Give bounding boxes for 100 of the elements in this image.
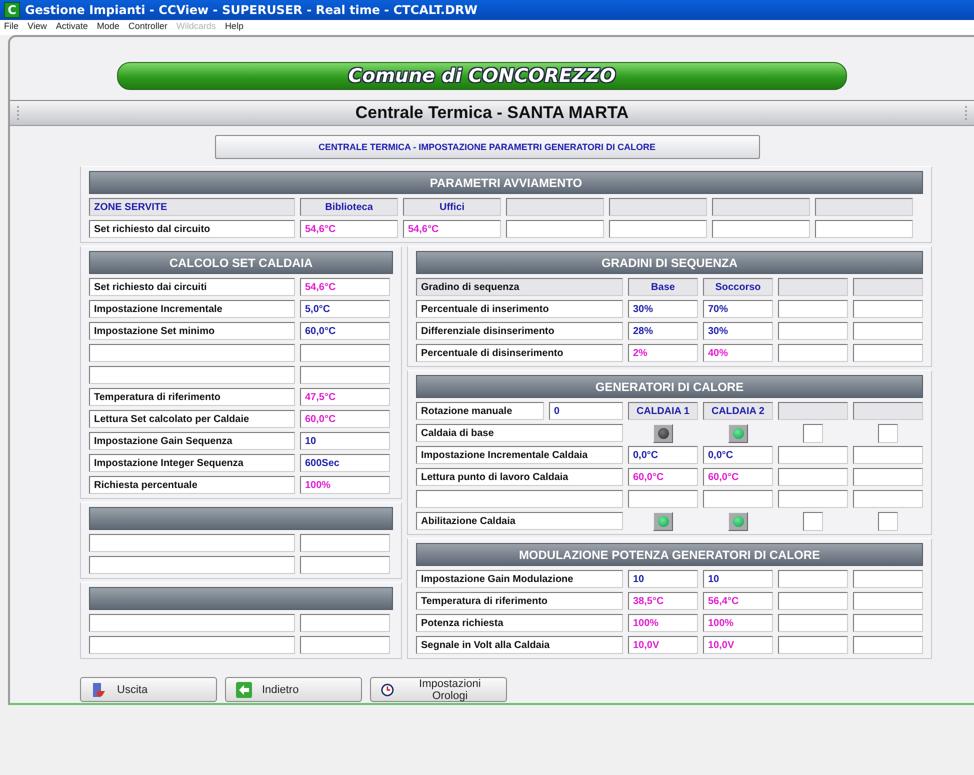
value-field — [778, 614, 848, 632]
parameter-label: Lettura Set calcolato per Caldaie — [89, 410, 295, 428]
value-field: 30% — [703, 322, 773, 340]
menu-item[interactable]: Activate — [56, 21, 88, 34]
value-field: 60,0°C — [628, 468, 698, 486]
parameter-label: Richiesta percentuale — [89, 476, 295, 494]
value-field: 100% — [703, 614, 773, 632]
value-field: 0,0°C — [703, 446, 773, 464]
value-field — [778, 344, 848, 362]
grip-icon[interactable] — [16, 105, 20, 121]
value-field: 10 — [300, 432, 390, 450]
menu-item[interactable]: Controller — [128, 21, 168, 34]
window-title: Gestione Impianti - CCView - SUPERUSER - Real time - CTCALT.DRW — [25, 3, 478, 17]
value-field — [853, 614, 923, 632]
empty-indicator — [878, 424, 898, 443]
parameter-label: Lettura punto di lavoro Caldaia — [416, 468, 623, 486]
banner: Comune di CONCOREZZO — [117, 62, 847, 90]
panel-header: PARAMETRI AVVIAMENTO — [89, 171, 923, 194]
value-field — [853, 490, 923, 508]
value-field — [853, 300, 923, 318]
value-field: 28% — [628, 322, 698, 340]
value-field: 70% — [703, 300, 773, 318]
value-field — [628, 490, 698, 508]
menu-item[interactable]: View — [28, 21, 47, 34]
status-led[interactable] — [653, 512, 673, 531]
value-field: 5,0°C — [300, 300, 390, 318]
value-field: 10,0V — [703, 636, 773, 654]
value-field: 600Sec — [300, 454, 390, 472]
value-field — [853, 592, 923, 610]
value-field — [853, 344, 923, 362]
left-arrow-icon — [236, 682, 252, 698]
value-field: 100% — [300, 476, 390, 494]
value-field: 54,6°C — [403, 220, 501, 238]
menu-item[interactable]: File — [4, 21, 19, 34]
status-led[interactable] — [728, 424, 748, 443]
value-field: 60,0°C — [300, 410, 390, 428]
exit-icon — [91, 682, 107, 698]
value-field — [853, 468, 923, 486]
value-field: 56,4°C — [703, 592, 773, 610]
value-field: 54,6°C — [300, 220, 398, 238]
empty-indicator — [803, 424, 823, 443]
parameter-label: Potenza richiesta — [416, 614, 623, 632]
parameter-label: Temperatura di riferimento — [89, 388, 295, 406]
footer-button[interactable]: Indietro — [225, 677, 362, 702]
footer-button[interactable]: Uscita — [80, 677, 217, 702]
value-field: 38,5°C — [628, 592, 698, 610]
section-title: Centrale Termica - SANTA MARTA — [355, 103, 629, 123]
empty-indicator — [803, 512, 823, 531]
value-field — [778, 592, 848, 610]
value-field: 60,0°C — [703, 468, 773, 486]
value-field: 0 — [549, 402, 623, 420]
value-field — [703, 490, 773, 508]
status-led[interactable] — [728, 512, 748, 531]
value-field — [778, 468, 848, 486]
value-field — [853, 446, 923, 464]
value-field: 54,6°C — [300, 278, 390, 296]
parameter-label: Impostazione Incrementale — [89, 300, 295, 318]
parameter-label: Set richiesto dal circuito — [89, 220, 295, 238]
parameter-label: Percentuale di disinserimento — [416, 344, 623, 362]
panel-header: GRADINI DI SEQUENZA — [416, 251, 923, 274]
value-field: 47,5°C — [300, 388, 390, 406]
value-field: 10,0V — [628, 636, 698, 654]
value-field — [778, 570, 848, 588]
value-field — [853, 322, 923, 340]
parameter-label: Segnale in Volt alla Caldaia — [416, 636, 623, 654]
menu-item[interactable]: Help — [224, 21, 244, 34]
value-field: 60,0°C — [300, 322, 390, 340]
parameter-label: Percentuale di inserimento — [416, 300, 623, 318]
value-field — [853, 636, 923, 654]
parameter-label: Abilitazione Caldaia — [416, 512, 623, 530]
parameter-label: Impostazione Gain Sequenza — [89, 432, 295, 450]
value-field — [778, 300, 848, 318]
parameter-label: Temperatura di riferimento — [416, 592, 623, 610]
value-field: 2% — [628, 344, 698, 362]
column-header — [853, 278, 923, 296]
value-field: 100% — [628, 614, 698, 632]
panel-header: GENERATORI DI CALORE — [416, 375, 923, 398]
parameter-label: Set richiesto dai circuiti — [89, 278, 295, 296]
value-field: 40% — [703, 344, 773, 362]
value-field — [853, 570, 923, 588]
column-header — [853, 402, 923, 420]
clock-icon — [381, 682, 394, 696]
footer-button[interactable]: Impostazioni Orologi — [370, 677, 507, 702]
panel-header: MODULAZIONE POTENZA GENERATORI DI CALORE — [416, 543, 923, 566]
parameter-label: Differenziale disinserimento — [416, 322, 623, 340]
page-title-button[interactable]: CENTRALE TERMICA - IMPOSTAZIONE PARAMETRI GENERATORI DI CALORE — [214, 135, 760, 159]
value-field — [778, 636, 848, 654]
value-field — [778, 490, 848, 508]
menu-item[interactable]: Mode — [96, 21, 120, 34]
column-header — [778, 402, 848, 420]
column-header: CALDAIA 2 — [703, 402, 773, 420]
column-header — [778, 278, 848, 296]
grip-icon[interactable] — [964, 105, 968, 121]
column-header: Uffici — [403, 198, 501, 216]
column-header: Base — [628, 278, 698, 296]
app-icon: C — [4, 2, 20, 18]
value-field — [778, 322, 848, 340]
parameter-label: Impostazione Gain Modulazione — [416, 570, 623, 588]
status-led[interactable] — [653, 424, 673, 443]
value-field: 0,0°C — [628, 446, 698, 464]
